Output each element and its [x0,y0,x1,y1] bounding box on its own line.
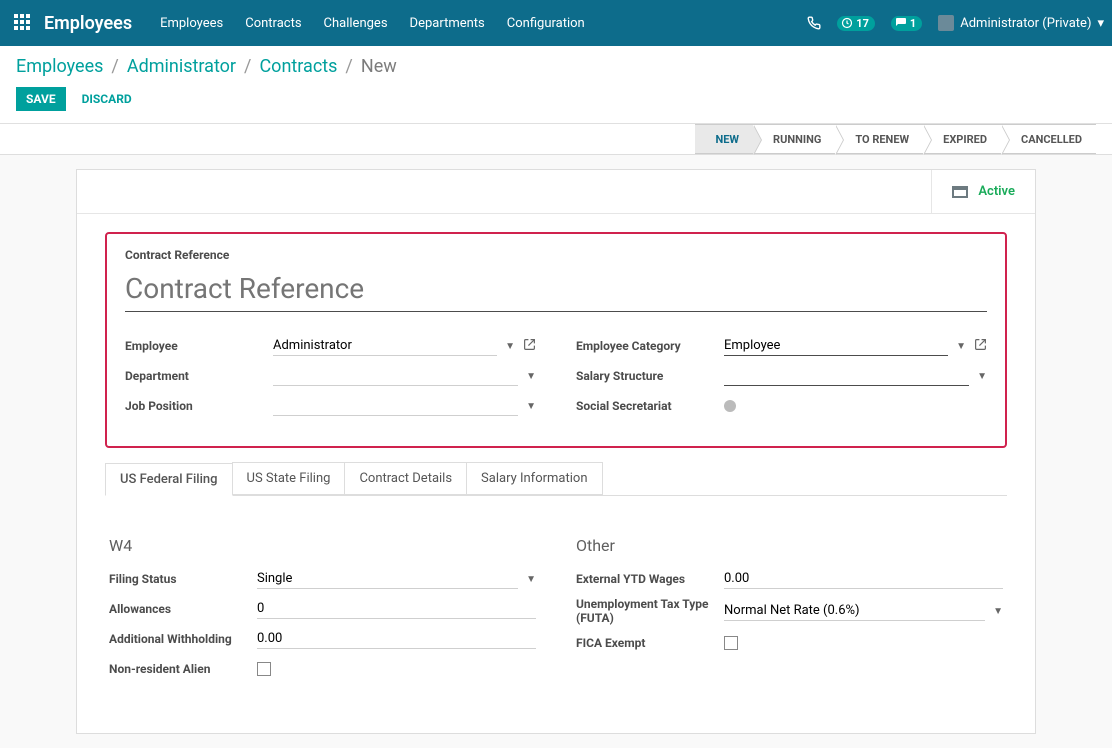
top-nav: Employees Contracts Challenges Departmen… [160,16,585,31]
futa-label: Unemployment Tax Type (FUTA) [576,597,716,625]
contract-ref-input[interactable] [125,268,987,312]
filing-status-label: Filing Status [109,572,249,586]
external-link-icon[interactable] [974,338,987,355]
salary-structure-label: Salary Structure [576,369,716,383]
highlight-box: Contract Reference Employee ▼ Department [105,232,1007,448]
fica-exempt-checkbox[interactable] [724,636,738,650]
federal-grid: W4 Filing Status ▼ Allowances Additional… [109,536,1003,687]
crumb-administrator[interactable]: Administrator [127,56,236,77]
employee-field[interactable] [273,336,497,356]
allowances-label: Allowances [109,602,249,616]
phone-icon[interactable] [807,16,821,30]
tab-pane-federal: W4 Filing Status ▼ Allowances Additional… [105,496,1007,705]
form-col-right: Employee Category ▼ Salary Structure ▼ S… [576,334,987,424]
crumb-contracts[interactable]: Contracts [259,56,337,77]
department-label: Department [125,369,265,383]
external-ytd-field[interactable] [724,569,1003,589]
nav-departments[interactable]: Departments [410,16,485,31]
form-grid: Employee ▼ Department ▼ Job Position [125,334,987,424]
active-label: Active [978,184,1015,199]
social-secretariat-label: Social Secretariat [576,399,716,413]
avatar-icon [938,15,954,31]
activity-badge[interactable]: 17 [837,16,875,31]
sheet-top: Active [77,170,1035,214]
filing-status-field[interactable] [257,569,518,589]
employee-category-label: Employee Category [576,339,716,353]
status-expired[interactable]: EXPIRED [923,124,1001,154]
crumb-current: New [361,56,397,77]
contract-ref-label: Contract Reference [125,248,987,262]
social-secretariat-radio[interactable] [724,400,736,412]
employee-category-field[interactable] [724,336,948,356]
form-sheet: Active Contract Reference Employee ▼ [76,169,1036,734]
external-ytd-label: External YTD Wages [576,572,716,586]
crumb-sep: / [111,56,118,77]
user-menu[interactable]: Administrator (Private) ▾ [938,15,1104,31]
crumb-sep: / [244,56,251,77]
additional-withholding-field[interactable] [257,629,536,649]
statusbar-row: NEW RUNNING TO RENEW EXPIRED CANCELLED [0,124,1112,155]
status-cancelled[interactable]: CANCELLED [1001,124,1096,154]
status-new[interactable]: NEW [695,124,753,154]
form-col-left: Employee ▼ Department ▼ Job Position [125,334,536,424]
non-resident-alien-label: Non-resident Alien [109,662,249,676]
external-link-icon[interactable] [523,338,536,355]
topbar: Employees Employees Contracts Challenges… [0,0,1112,46]
department-field[interactable] [273,366,518,386]
non-resident-alien-checkbox[interactable] [257,662,271,676]
fica-exempt-label: FICA Exempt [576,636,716,650]
w4-col: W4 Filing Status ▼ Allowances Additional… [109,536,536,687]
user-label: Administrator (Private) [960,16,1091,31]
action-row: SAVE DISCARD [16,77,1096,123]
tabs: US Federal Filing US State Filing Contra… [105,462,1007,496]
chevron-down-icon[interactable]: ▼ [526,371,536,382]
chat-count: 1 [910,17,916,30]
nav-configuration[interactable]: Configuration [507,16,585,31]
active-toggle[interactable]: Active [931,170,1035,213]
allowances-field[interactable] [257,599,536,619]
nav-employees[interactable]: Employees [160,16,223,31]
statusbar: NEW RUNNING TO RENEW EXPIRED CANCELLED [695,124,1096,154]
chevron-down-icon[interactable]: ▼ [993,606,1003,617]
sheet-body: Contract Reference Employee ▼ Department [77,214,1035,733]
activity-count: 17 [856,17,869,30]
nav-contracts[interactable]: Contracts [245,16,301,31]
caret-down-icon: ▾ [1097,16,1104,31]
status-running[interactable]: RUNNING [753,124,835,154]
app-brand[interactable]: Employees [44,13,132,34]
chevron-down-icon[interactable]: ▼ [526,574,536,585]
save-button[interactable]: SAVE [16,87,66,111]
status-to-renew[interactable]: TO RENEW [835,124,923,154]
job-position-field[interactable] [273,396,518,416]
chevron-down-icon[interactable]: ▼ [526,401,536,412]
tab-salary-info[interactable]: Salary Information [466,462,602,495]
apps-icon[interactable] [14,14,32,32]
tab-us-state[interactable]: US State Filing [232,462,346,495]
employee-label: Employee [125,339,265,353]
w4-heading: W4 [109,536,536,555]
chevron-down-icon[interactable]: ▼ [956,341,966,352]
chevron-down-icon[interactable]: ▼ [977,371,987,382]
breadcrumb: Employees / Administrator / Contracts / … [16,56,1096,77]
chevron-down-icon[interactable]: ▼ [505,341,515,352]
other-heading: Other [576,536,1003,555]
control-panel: Employees / Administrator / Contracts / … [0,46,1112,124]
discard-button[interactable]: DISCARD [82,92,132,106]
archive-icon [952,186,968,198]
nav-challenges[interactable]: Challenges [324,16,388,31]
crumb-employees[interactable]: Employees [16,56,103,77]
crumb-sep: / [345,56,352,77]
futa-field[interactable] [724,601,985,621]
topbar-right: 17 1 Administrator (Private) ▾ [807,15,1104,31]
additional-withholding-label: Additional Withholding [109,632,249,646]
chat-badge[interactable]: 1 [891,16,922,31]
other-col: Other External YTD Wages Unemployment Ta… [576,536,1003,687]
tab-contract-details[interactable]: Contract Details [344,462,467,495]
salary-structure-field[interactable] [724,366,969,386]
tab-us-federal[interactable]: US Federal Filing [105,463,233,496]
job-position-label: Job Position [125,399,265,413]
